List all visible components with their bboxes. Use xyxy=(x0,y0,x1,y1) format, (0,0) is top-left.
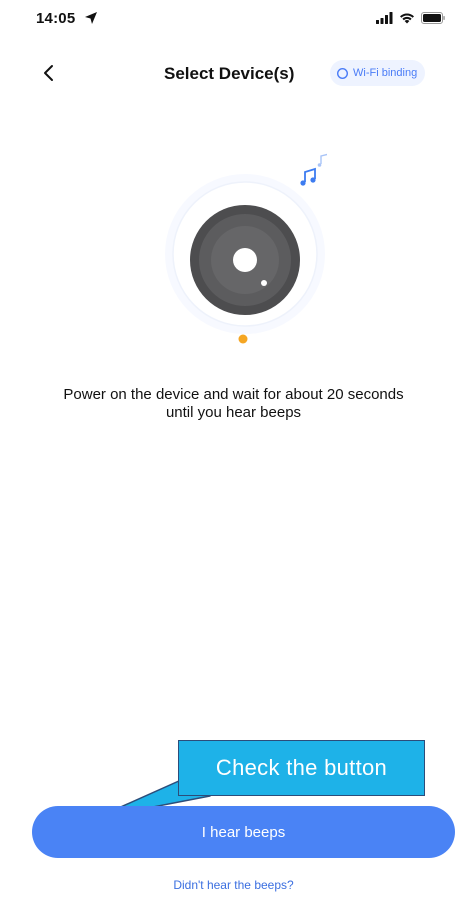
nav-bar: Select Device(s) Wi-Fi binding xyxy=(0,56,467,92)
screen: 14:05 Select Device(s) Wi-Fi binding Pow… xyxy=(0,0,467,899)
status-time: 14:05 xyxy=(36,10,76,27)
wifi-binding-button[interactable]: Wi-Fi binding xyxy=(330,60,426,86)
callout-label: Check the button xyxy=(215,755,388,780)
status-bar: 14:05 xyxy=(0,0,467,40)
wifi-icon xyxy=(400,13,414,24)
music-notes-icon xyxy=(300,153,327,186)
instruction-line-1: Power on the device and wait for about 2… xyxy=(63,386,404,403)
callout-annotation: Check the button xyxy=(178,740,425,796)
battery-icon xyxy=(421,12,445,24)
device-illustration xyxy=(165,153,327,344)
instruction-text: Power on the device and wait for about 2… xyxy=(0,386,467,422)
page-title: Select Device(s) xyxy=(164,64,295,83)
instruction-line-2: until you hear beeps xyxy=(165,404,302,421)
cellular-signal-icon xyxy=(376,12,393,24)
refresh-circle-icon xyxy=(336,67,349,79)
chevron-left-icon[interactable] xyxy=(38,62,60,84)
status-indicator-dot xyxy=(238,334,248,344)
status-icons xyxy=(376,12,445,24)
speaker-disc-icon xyxy=(190,205,300,315)
i-hear-beeps-button[interactable]: I hear beeps xyxy=(32,806,455,858)
didnt-hear-beeps-link[interactable]: Didn't hear the beeps? xyxy=(0,878,467,892)
wifi-binding-label: Wi-Fi binding xyxy=(353,67,418,79)
location-arrow-icon xyxy=(85,12,97,24)
